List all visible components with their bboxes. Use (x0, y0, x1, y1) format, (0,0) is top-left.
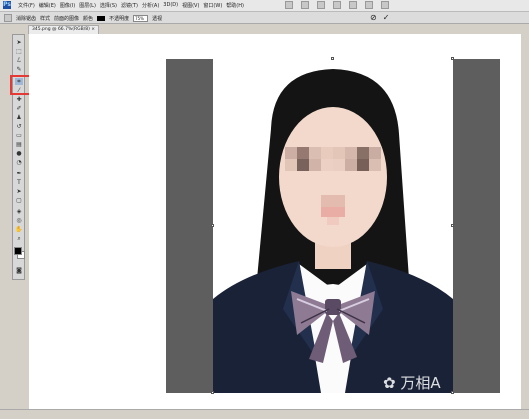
blur-tool-icon[interactable]: ● (15, 150, 23, 157)
document-tab[interactable]: 345.png @ 66.7%(RGB/8) × (28, 25, 100, 34)
3d-orbit-tool-icon[interactable]: ◎ (15, 217, 23, 224)
commit-controls: ⊘ ✓ (370, 13, 389, 22)
commit-icon[interactable]: ✓ (383, 13, 390, 22)
menu-view[interactable]: 视图(V) (182, 2, 199, 9)
photo[interactable] (213, 59, 453, 393)
menu-edit[interactable]: 编辑(E) (39, 2, 56, 9)
zoom-icon[interactable] (333, 1, 341, 9)
watermark: ✿ 万相A (383, 372, 441, 393)
menu-layer[interactable]: 图层(L) (79, 2, 96, 9)
quick-mask-icon[interactable]: ◙ (15, 267, 23, 274)
path-select-tool-icon[interactable]: ➤ (15, 188, 23, 195)
photoshop-logo-icon: Ps (3, 1, 11, 9)
transform-handle-bottom-right[interactable] (451, 391, 454, 394)
menu-filter[interactable]: 滤镜(T) (121, 2, 138, 9)
menu-3d[interactable]: 3D(D) (163, 2, 178, 9)
transform-handle-bottom-left[interactable] (211, 391, 214, 394)
brush-tool-icon[interactable]: ✐ (15, 105, 23, 112)
menu-help[interactable]: 帮助(H) (226, 2, 244, 9)
menu-file[interactable]: 文件(F) (18, 2, 35, 9)
history-brush-tool-icon[interactable]: ↺ (15, 123, 23, 130)
eraser-tool-icon[interactable]: ▭ (15, 132, 23, 139)
watermark-logo-icon: ✿ (383, 374, 401, 392)
bridge-icon[interactable] (285, 1, 293, 9)
foreground-color-swatch[interactable] (14, 247, 22, 255)
clone-stamp-tool-icon[interactable]: ♟ (15, 114, 23, 121)
healing-tool-icon[interactable]: ✚ (15, 96, 23, 103)
color-label: 颜色 (83, 15, 94, 22)
menu-right-icons (285, 1, 389, 9)
marquee-tool-icon[interactable]: ⬚ (15, 48, 23, 55)
options-items: 消除锯齿 样式 前面的图像 颜色 不透明度 75% 透视 (4, 14, 162, 22)
guides-icon[interactable] (301, 1, 309, 9)
style-label: 样式 (40, 15, 51, 22)
rotate-view-icon[interactable] (349, 1, 357, 9)
watermark-text: 万相A (400, 374, 441, 392)
color-swatch[interactable] (97, 15, 106, 21)
zoom-tool-icon[interactable]: ⌕ (15, 235, 23, 242)
transform-handle-top-right[interactable] (451, 57, 454, 60)
transform-handle-top[interactable] (331, 57, 334, 60)
pen-tool-icon[interactable]: ✒ (15, 170, 23, 177)
cancel-icon[interactable]: ⊘ (370, 13, 377, 22)
dodge-tool-icon[interactable]: ◔ (15, 159, 23, 166)
menu-image[interactable]: 图像(I) (60, 2, 75, 9)
type-tool-icon[interactable]: T (15, 179, 23, 186)
front-image-label[interactable]: 前面的图像 (54, 15, 79, 22)
options-bar: 消除锯齿 样式 前面的图像 颜色 不透明度 75% 透视 ⊘ ✓ (0, 12, 529, 24)
lasso-tool-icon[interactable]: ℒ (15, 57, 23, 64)
hand-tool-icon[interactable]: ✋ (15, 226, 23, 233)
menu-analysis[interactable]: 分析(A) (142, 2, 159, 9)
shape-tool-icon[interactable]: ▢ (15, 197, 23, 204)
move-tool-icon[interactable]: ➤ (15, 39, 23, 46)
opacity-label: 不透明度 (109, 15, 130, 22)
toolbox: ➤ ⬚ ℒ ✎ ⌗ ⁄ ✚ ✐ ♟ ↺ ▭ ▤ ● ◔ ✒ T ➤ ▢ ◈ ◎ … (12, 34, 25, 280)
screen-mode-icon[interactable] (381, 1, 389, 9)
perspective-checkbox[interactable]: 透视 (152, 15, 162, 22)
transform-handle-left[interactable] (211, 224, 214, 227)
arrange-docs-icon[interactable] (365, 1, 373, 9)
menu-items: 文件(F) 编辑(E) 图像(I) 图层(L) 选择(S) 滤镜(T) 分析(A… (18, 2, 244, 9)
gradient-tool-icon[interactable]: ▤ (15, 141, 23, 148)
menu-select[interactable]: 选择(S) (100, 2, 117, 9)
menu-bar: Ps 文件(F) 编辑(E) 图像(I) 图层(L) 选择(S) 滤镜(T) 分… (0, 0, 529, 12)
menu-window[interactable]: 窗口(W) (203, 2, 222, 9)
crop-tool-preset-icon[interactable] (4, 14, 12, 22)
transform-handle-right[interactable] (451, 224, 454, 227)
opacity-field[interactable]: 75% (133, 14, 149, 22)
portrait-image (213, 59, 453, 393)
antialias-label[interactable]: 消除锯齿 (16, 15, 36, 22)
3d-rotate-tool-icon[interactable]: ◈ (15, 208, 23, 215)
quick-select-tool-icon[interactable]: ✎ (15, 66, 23, 73)
hand-icon[interactable] (317, 1, 325, 9)
